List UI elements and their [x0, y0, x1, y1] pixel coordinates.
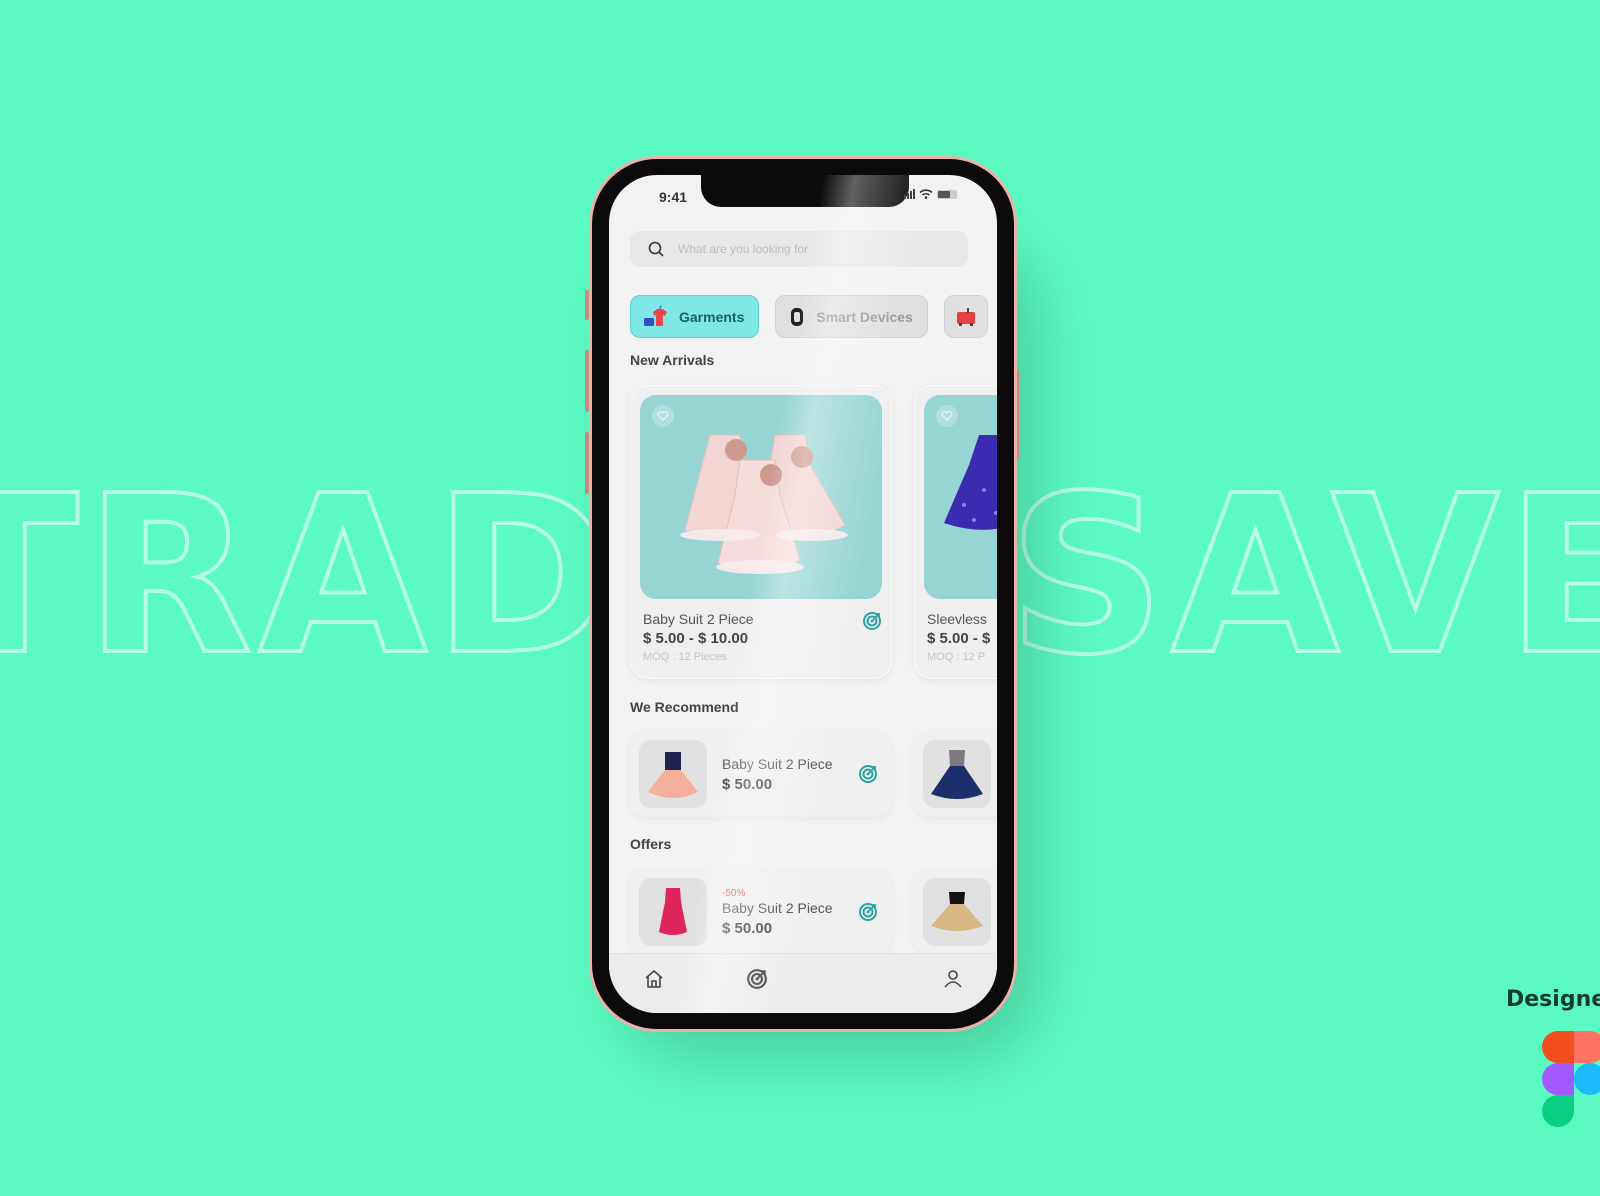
- battery-icon: [937, 189, 957, 199]
- offer-card[interactable]: -50% Baby Suit 2 Piece $ 50.00: [630, 869, 892, 955]
- magenta-dress-illustration: [659, 888, 687, 935]
- product-price: $ 50.00: [722, 919, 773, 937]
- favorite-button[interactable]: [652, 405, 674, 427]
- offers-list: -50% Baby Suit 2 Piece $ 50.00: [630, 869, 997, 955]
- product-image-purple-dress: [924, 395, 997, 599]
- home-icon: [645, 970, 663, 988]
- figma-logo: [1542, 1031, 1600, 1127]
- nav-profile-button[interactable]: [942, 968, 964, 995]
- purple-dress-illustration: [944, 435, 997, 530]
- target-icon: [747, 969, 767, 989]
- app-screen: 9:41 What are you looking for Garments S…: [609, 175, 997, 1013]
- pink-dresses-illustration: [680, 434, 848, 574]
- product-thumbnail-magenta-dress: [639, 878, 707, 946]
- heart-icon: [657, 411, 669, 421]
- section-title-new-arrivals: New Arrivals: [630, 352, 715, 368]
- target-icon: [863, 612, 881, 630]
- designed-in-label: Designed in: [1506, 987, 1600, 1012]
- navy-dress-illustration: [931, 750, 983, 799]
- new-arrivals-list: Baby Suit 2 Piece $ 5.00 - $ 10.00 MOQ :…: [630, 385, 997, 679]
- gold-dress-illustration: [931, 892, 983, 931]
- product-card[interactable]: Baby Suit 2 Piece $ 5.00 - $ 10.00 MOQ :…: [630, 385, 892, 679]
- section-title-offers: Offers: [630, 836, 672, 852]
- product-image-pink-dresses: [640, 395, 882, 599]
- product-thumbnail-gold-dress: [923, 878, 991, 946]
- add-target-button[interactable]: [858, 764, 878, 789]
- recommend-card[interactable]: Baby Suit 2 Piece $ 50.00: [630, 731, 892, 817]
- product-price: $ 5.00 - $ 10.00: [643, 630, 749, 647]
- favorite-button[interactable]: [936, 405, 958, 427]
- category-label: Smart Devices: [816, 308, 913, 325]
- garments-icon: [644, 304, 667, 326]
- profile-icon: [944, 970, 962, 988]
- discount-badge: -50%: [722, 887, 746, 899]
- product-moq: MOQ : 12 P: [927, 651, 986, 663]
- product-name: Baby Suit 2 Piece: [722, 755, 833, 772]
- signal-icon: [904, 189, 915, 199]
- product-name: Baby Suit 2 Piece: [722, 899, 833, 916]
- status-icons: [904, 189, 957, 199]
- product-card[interactable]: Sleevless $ 5.00 - $ MOQ : 12 P: [914, 385, 997, 679]
- category-chip-smart-devices[interactable]: Smart Devices: [775, 295, 928, 338]
- add-target-button[interactable]: [862, 611, 882, 636]
- offer-card[interactable]: [914, 869, 997, 955]
- recommend-list: Baby Suit 2 Piece $ 50.00: [630, 731, 997, 817]
- phone-frame: 9:41 What are you looking for Garments S…: [589, 156, 1017, 1032]
- category-chip-garments[interactable]: Garments: [630, 295, 760, 338]
- category-chips: Garments Smart Devices: [630, 295, 988, 338]
- backdrop-word-right: SAVE: [1006, 450, 1600, 703]
- recommend-card[interactable]: [914, 731, 997, 817]
- target-icon: [859, 765, 877, 783]
- peach-dress-illustration: [648, 752, 698, 798]
- search-input[interactable]: [678, 242, 938, 256]
- product-price: $ 5.00 - $: [927, 630, 991, 647]
- search-bar[interactable]: [630, 231, 968, 267]
- heart-icon: [941, 411, 953, 421]
- notch: [701, 175, 909, 207]
- nav-home-button[interactable]: [643, 968, 665, 995]
- product-thumbnail-peach-dress: [639, 740, 707, 808]
- add-target-button[interactable]: [858, 902, 878, 927]
- nav-target-button[interactable]: [746, 968, 768, 995]
- product-name: Sleevless: [927, 611, 987, 627]
- product-thumbnail-navy-dress: [923, 740, 991, 808]
- section-title-we-recommend: We Recommend: [630, 699, 739, 715]
- wifi-icon: [919, 189, 933, 199]
- category-chip-appliances[interactable]: [943, 295, 988, 338]
- appliance-icon: [956, 307, 975, 326]
- bottom-navigation: [609, 953, 997, 1013]
- target-icon: [859, 903, 877, 921]
- search-icon: [648, 241, 664, 257]
- category-label: Garments: [679, 308, 745, 325]
- product-moq: MOQ : 12 Pieces: [643, 651, 727, 663]
- product-name: Baby Suit 2 Piece: [643, 611, 754, 627]
- status-time: 9:41: [659, 189, 688, 205]
- product-price: $ 50.00: [722, 775, 773, 793]
- smartwatch-icon: [791, 307, 804, 326]
